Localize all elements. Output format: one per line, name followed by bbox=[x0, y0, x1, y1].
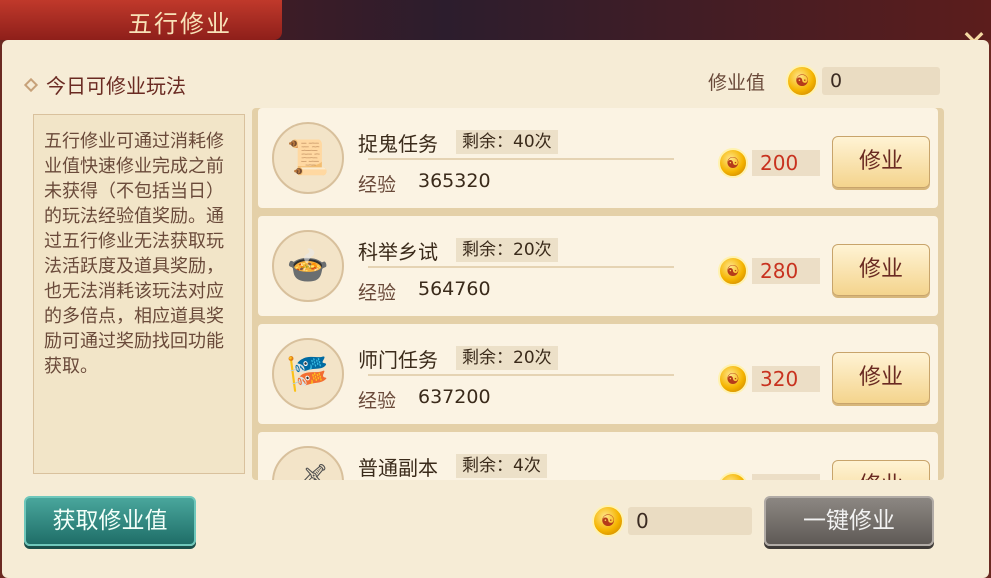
list-item: 🗡 普通副本 剩余：4次 修业 bbox=[258, 432, 938, 480]
remaining-count: 剩余：20次 bbox=[456, 346, 558, 370]
exp-label: 经验 bbox=[358, 282, 397, 304]
total-practice-value: 0 bbox=[628, 507, 752, 535]
cost-value: 320 bbox=[752, 366, 820, 392]
practice-label: 修业值 bbox=[708, 71, 766, 94]
icon-ring: 📜 bbox=[272, 122, 344, 194]
activity-name: 科举乡试 bbox=[358, 240, 438, 264]
exp-value: 564760 bbox=[418, 278, 491, 300]
activity-name: 师门任务 bbox=[358, 348, 438, 372]
practice-button[interactable]: 修业 bbox=[832, 352, 930, 404]
coin-icon bbox=[718, 364, 748, 394]
icon-ring: 🍲 bbox=[272, 230, 344, 302]
remaining-count: 剩余：40次 bbox=[456, 130, 558, 154]
list-item: 🎏 师门任务 剩余：20次 经验 637200 320 修业 bbox=[258, 324, 938, 424]
description-box: 五行修业可通过消耗修业值快速修业完成之前未获得（不包括当日）的玩法经验值奖励。通… bbox=[33, 114, 245, 474]
divider bbox=[368, 266, 674, 268]
diamond-icon bbox=[23, 77, 39, 92]
window-title: 五行修业 bbox=[128, 10, 232, 38]
activity-name: 捉鬼任务 bbox=[358, 132, 438, 156]
coin-icon bbox=[718, 256, 748, 286]
section-title: 今日可修业玩法 bbox=[46, 74, 186, 98]
icon-ring: 🗡 bbox=[272, 446, 344, 480]
cost-box: 320 bbox=[718, 364, 820, 394]
coin-icon bbox=[592, 505, 624, 537]
cost-box bbox=[718, 472, 820, 480]
cost-value bbox=[752, 474, 820, 480]
list-item: 📜 捉鬼任务 剩余：40次 经验 365320 200 修业 bbox=[258, 108, 938, 208]
activity-list[interactable]: 📜 捉鬼任务 剩余：40次 经验 365320 200 修业 🍲 科举乡试 剩余… bbox=[252, 108, 944, 480]
banner-icon: 🎏 bbox=[286, 354, 330, 394]
remaining-count: 剩余：4次 bbox=[456, 454, 547, 478]
cost-value: 280 bbox=[752, 258, 820, 284]
divider bbox=[368, 374, 674, 376]
icon-ring: 🎏 bbox=[272, 338, 344, 410]
exp-label: 经验 bbox=[358, 174, 397, 196]
practice-button[interactable]: 修业 bbox=[832, 460, 930, 480]
coin-icon bbox=[718, 148, 748, 178]
title-tab: 五行修业 bbox=[0, 0, 282, 40]
cost-box: 200 bbox=[718, 148, 820, 178]
total-practice-box: 0 bbox=[592, 505, 752, 537]
activity-name: 普通副本 bbox=[358, 456, 438, 480]
cost-box: 280 bbox=[718, 256, 820, 286]
one-click-practice-button[interactable]: 一键修业 bbox=[764, 496, 934, 546]
list-item: 🍲 科举乡试 剩余：20次 经验 564760 280 修业 bbox=[258, 216, 938, 316]
practice-button[interactable]: 修业 bbox=[832, 136, 930, 188]
practice-button[interactable]: 修业 bbox=[832, 244, 930, 296]
section-header: 今日可修业玩法 bbox=[23, 70, 186, 99]
remaining-count: 剩余：20次 bbox=[456, 238, 558, 262]
exp-value: 365320 bbox=[418, 170, 491, 192]
coin-icon bbox=[718, 472, 748, 480]
exp-label: 经验 bbox=[358, 390, 397, 412]
get-practice-button[interactable]: 获取修业值 bbox=[24, 496, 196, 546]
coin-icon bbox=[786, 65, 818, 97]
cost-value: 200 bbox=[752, 150, 820, 176]
practice-value: 0 bbox=[822, 67, 940, 95]
bowl-icon: 🍲 bbox=[286, 246, 330, 286]
exp-value: 637200 bbox=[418, 386, 491, 408]
sword-icon: 🗡 bbox=[284, 458, 332, 480]
practice-value-box: 修业值 0 bbox=[708, 65, 940, 97]
scroll-icon: 📜 bbox=[286, 138, 330, 178]
divider bbox=[368, 158, 674, 160]
